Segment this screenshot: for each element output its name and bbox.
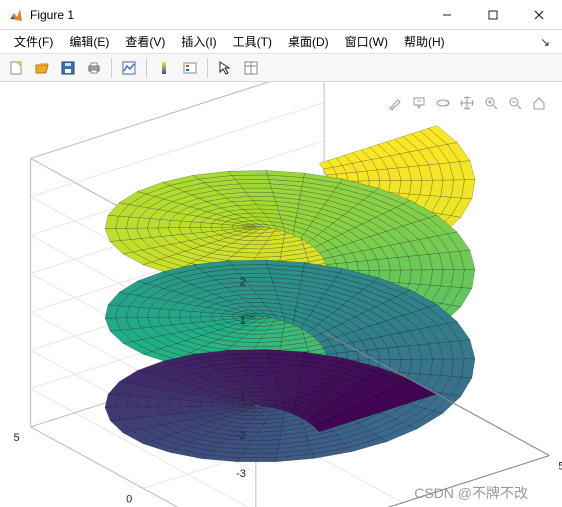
svg-text:2: 2 <box>240 276 246 288</box>
minimize-button[interactable] <box>424 0 470 30</box>
edit-plot-button[interactable] <box>213 56 237 80</box>
svg-text:1: 1 <box>240 315 246 327</box>
maximize-button[interactable] <box>470 0 516 30</box>
svg-text:-2: -2 <box>236 430 246 442</box>
svg-text:0: 0 <box>240 353 246 365</box>
menu-desktop[interactable]: 桌面(D) <box>280 31 337 52</box>
print-button[interactable] <box>82 56 106 80</box>
menubar-overflow-icon[interactable]: ↘ <box>534 35 556 49</box>
svg-text:-1: -1 <box>236 391 246 403</box>
titlebar: Figure 1 <box>0 0 562 30</box>
menu-tools[interactable]: 工具(T) <box>225 31 280 52</box>
toolbar-separator <box>111 58 112 78</box>
svg-text:5: 5 <box>558 461 562 473</box>
toolbar <box>0 54 562 82</box>
open-property-inspector-button[interactable] <box>239 56 263 80</box>
menu-window[interactable]: 窗口(W) <box>337 31 396 52</box>
axes-3d[interactable]: -5-4-3-2-1012-505-505 <box>0 82 562 507</box>
close-button[interactable] <box>516 0 562 30</box>
toolbar-separator <box>146 58 147 78</box>
svg-text:0: 0 <box>126 493 132 505</box>
save-button[interactable] <box>56 56 80 80</box>
menubar: 文件(F) 编辑(E) 查看(V) 插入(I) 工具(T) 桌面(D) 窗口(W… <box>0 30 562 54</box>
link-plot-button[interactable] <box>117 56 141 80</box>
svg-text:5: 5 <box>14 432 20 444</box>
insert-legend-button[interactable] <box>178 56 202 80</box>
figure-canvas: -5-4-3-2-1012-505-505 CSDN @不牌不改 <box>0 82 562 507</box>
svg-text:-3: -3 <box>236 468 246 480</box>
menu-help[interactable]: 帮助(H) <box>396 31 453 52</box>
menu-view[interactable]: 查看(V) <box>117 31 173 52</box>
menu-edit[interactable]: 编辑(E) <box>61 31 117 52</box>
watermark-text: CSDN @不牌不改 <box>414 483 528 503</box>
window-title: Figure 1 <box>30 8 424 22</box>
matlab-logo-icon <box>8 7 24 23</box>
new-figure-button[interactable] <box>4 56 28 80</box>
insert-colorbar-button[interactable] <box>152 56 176 80</box>
open-button[interactable] <box>30 56 54 80</box>
menu-file[interactable]: 文件(F) <box>6 31 61 52</box>
menu-insert[interactable]: 插入(I) <box>173 31 224 52</box>
toolbar-separator <box>207 58 208 78</box>
